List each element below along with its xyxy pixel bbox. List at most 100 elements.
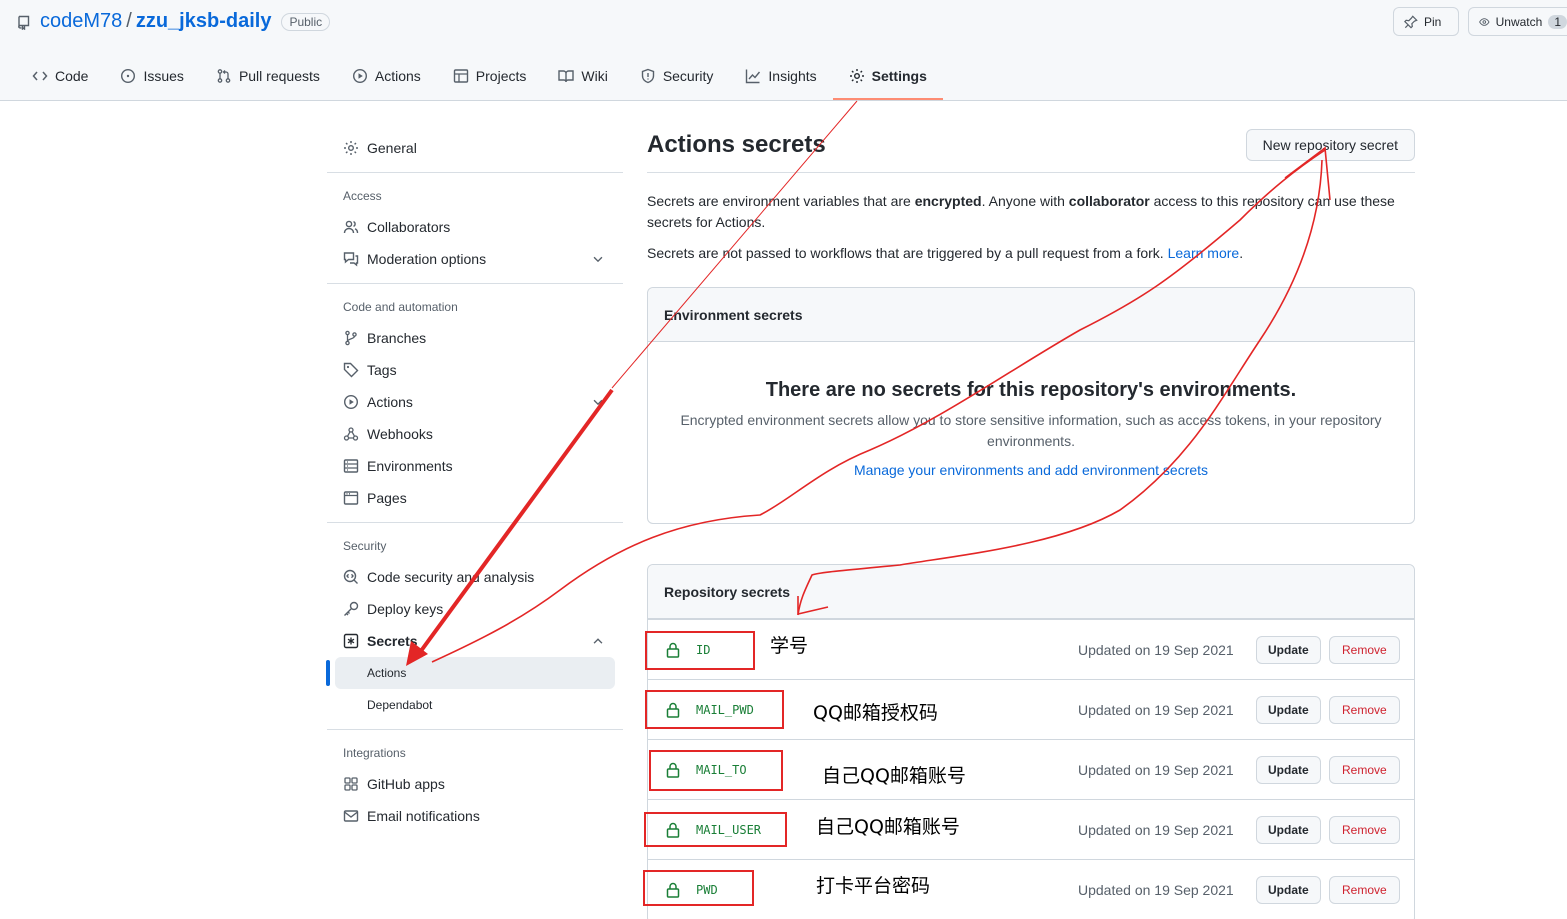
title-divider bbox=[647, 172, 1415, 173]
chevron-down-icon[interactable] bbox=[591, 252, 605, 266]
annotation-pwd-note: 打卡平台密码 bbox=[816, 875, 931, 897]
tab-issues[interactable]: Issues bbox=[104, 58, 199, 94]
update-secret-button[interactable]: Update bbox=[1256, 695, 1321, 724]
sidebar-divider bbox=[327, 172, 623, 173]
annotation-mail-pwd-note: QQ邮箱授权码 bbox=[813, 702, 938, 724]
annotation-box-id bbox=[645, 631, 755, 670]
sidebar-item-label: Actions bbox=[367, 394, 413, 410]
update-secret-button[interactable]: Update bbox=[1256, 875, 1321, 904]
annotation-mail-to-note: 自己QQ邮箱账号 bbox=[822, 765, 966, 787]
eye-icon bbox=[1479, 17, 1490, 26]
desc-bold: collaborator bbox=[1068, 193, 1150, 209]
sidebar-item-deploy-keys[interactable]: Deploy keys bbox=[327, 593, 623, 625]
tab-actions-label: Actions bbox=[374, 68, 421, 84]
shield-icon bbox=[641, 68, 655, 84]
tab-issues-label: Issues bbox=[143, 68, 184, 84]
remove-secret-button[interactable]: Remove bbox=[1329, 875, 1400, 904]
tab-settings[interactable]: Settings bbox=[832, 58, 944, 100]
sidebar-item-environments[interactable]: Environments bbox=[327, 450, 623, 482]
sidebar-item-label: Collaborators bbox=[367, 219, 451, 235]
annotation-box-mail-to bbox=[649, 750, 783, 791]
secret-updated: Updated on 19 Sep 2021 bbox=[1078, 701, 1234, 718]
code-icon bbox=[32, 71, 48, 81]
branch-icon bbox=[345, 330, 357, 346]
sidebar-item-actions[interactable]: Actions bbox=[327, 386, 623, 418]
tab-insights[interactable]: Insights bbox=[729, 58, 832, 94]
tab-pull-requests[interactable]: Pull requests bbox=[200, 58, 336, 94]
people-icon bbox=[343, 220, 359, 234]
watch-button[interactable]: Unwatch 1 bbox=[1468, 7, 1567, 36]
manage-environments-link[interactable]: Manage your environments and add environ… bbox=[648, 462, 1414, 478]
repo-owner-link[interactable]: codeM78 bbox=[40, 10, 122, 33]
sidebar-item-moderation[interactable]: Moderation options bbox=[327, 243, 623, 275]
desc-text: Secrets are not passed to workflows that… bbox=[647, 245, 1168, 261]
sidebar-heading-security: Security bbox=[343, 539, 387, 553]
sidebar-item-webhooks[interactable]: Webhooks bbox=[327, 418, 623, 450]
tab-projects[interactable]: Projects bbox=[437, 58, 543, 94]
watch-label: Unwatch bbox=[1495, 14, 1543, 29]
sidebar-item-tags[interactable]: Tags bbox=[327, 354, 623, 386]
secret-updated: Updated on 19 Sep 2021 bbox=[1078, 881, 1234, 898]
sidebar-item-label: Pages bbox=[367, 490, 407, 506]
sidebar-item-label: Branches bbox=[367, 330, 427, 346]
chevron-up-icon[interactable] bbox=[591, 634, 605, 648]
new-repository-secret-button[interactable]: New repository secret bbox=[1245, 129, 1415, 161]
update-secret-button[interactable]: Update bbox=[1256, 755, 1321, 784]
remove-secret-button[interactable]: Remove bbox=[1329, 635, 1400, 664]
sidebar-item-label: Deploy keys bbox=[367, 601, 444, 617]
repo-header: codeM78 / zzu_jksb-daily Public Pin Unwa… bbox=[0, 0, 1567, 101]
tab-wiki[interactable]: Wiki bbox=[542, 58, 623, 94]
table-icon bbox=[453, 69, 468, 83]
remove-secret-button[interactable]: Remove bbox=[1329, 755, 1400, 784]
desc-text: Secrets are environment variables that a… bbox=[647, 193, 915, 209]
remove-secret-button[interactable]: Remove bbox=[1329, 815, 1400, 844]
sidebar-item-label: Email notifications bbox=[367, 808, 480, 824]
sidebar-subitem-actions[interactable]: Actions bbox=[335, 657, 615, 689]
tab-projects-label: Projects bbox=[475, 68, 527, 84]
update-secret-button[interactable]: Update bbox=[1256, 635, 1321, 664]
sidebar-divider bbox=[327, 522, 623, 523]
sidebar-item-email-notifications[interactable]: Email notifications bbox=[327, 800, 623, 832]
comment-discussion-icon bbox=[343, 252, 359, 267]
pull-request-icon bbox=[217, 69, 231, 83]
tab-actions[interactable]: Actions bbox=[336, 58, 437, 94]
sidebar-item-code-security[interactable]: Code security and analysis bbox=[327, 561, 623, 593]
sidebar-item-github-apps[interactable]: GitHub apps bbox=[327, 768, 623, 800]
tab-code[interactable]: Code bbox=[16, 58, 104, 94]
sidebar-item-secrets[interactable]: Secrets bbox=[327, 625, 623, 657]
sidebar-item-branches[interactable]: Branches bbox=[327, 322, 623, 354]
tab-security[interactable]: Security bbox=[624, 58, 730, 94]
sidebar-heading-integrations: Integrations bbox=[343, 746, 406, 760]
tag-icon bbox=[343, 362, 359, 378]
sidebar-subitem-dependabot[interactable]: Dependabot bbox=[327, 689, 623, 721]
sidebar-item-pages[interactable]: Pages bbox=[327, 482, 623, 514]
pin-button[interactable]: Pin bbox=[1393, 7, 1459, 36]
mail-icon bbox=[343, 810, 359, 822]
sidebar-heading-code: Code and automation bbox=[343, 300, 458, 314]
repo-name-link[interactable]: zzu_jksb-daily bbox=[136, 10, 272, 33]
repo-icon bbox=[18, 15, 30, 30]
tab-wiki-label: Wiki bbox=[581, 68, 608, 84]
sidebar-item-collaborators[interactable]: Collaborators bbox=[327, 211, 623, 243]
environment-secrets-box: Environment secrets There are no secrets… bbox=[647, 287, 1415, 524]
webhook-icon bbox=[343, 427, 359, 441]
fork-description: Secrets are not passed to workflows that… bbox=[647, 243, 1397, 264]
sidebar-item-label: Tags bbox=[367, 362, 397, 378]
chevron-down-icon[interactable] bbox=[591, 395, 605, 409]
play-icon bbox=[343, 394, 359, 410]
blankslate-text: Encrypted environment secrets allow you … bbox=[680, 412, 1382, 449]
pin-label: Pin bbox=[1424, 14, 1442, 29]
sidebar-item-general[interactable]: General bbox=[327, 132, 623, 164]
remove-secret-button[interactable]: Remove bbox=[1329, 695, 1400, 724]
settings-sidebar: General Access Collaborators Moderation … bbox=[326, 132, 623, 832]
key-icon bbox=[344, 601, 359, 616]
learn-more-link[interactable]: Learn more bbox=[1168, 245, 1240, 261]
repository-secrets-heading: Repository secrets bbox=[648, 565, 1414, 619]
active-indicator bbox=[326, 660, 330, 686]
sidebar-divider bbox=[327, 283, 623, 284]
annotation-box-mail-user bbox=[644, 812, 787, 847]
desc-text: . Anyone with bbox=[981, 193, 1069, 209]
desc-period: . bbox=[1239, 245, 1244, 261]
secret-row: ID Updated on 19 Sep 2021 Update Remove bbox=[648, 619, 1414, 679]
update-secret-button[interactable]: Update bbox=[1256, 815, 1321, 844]
